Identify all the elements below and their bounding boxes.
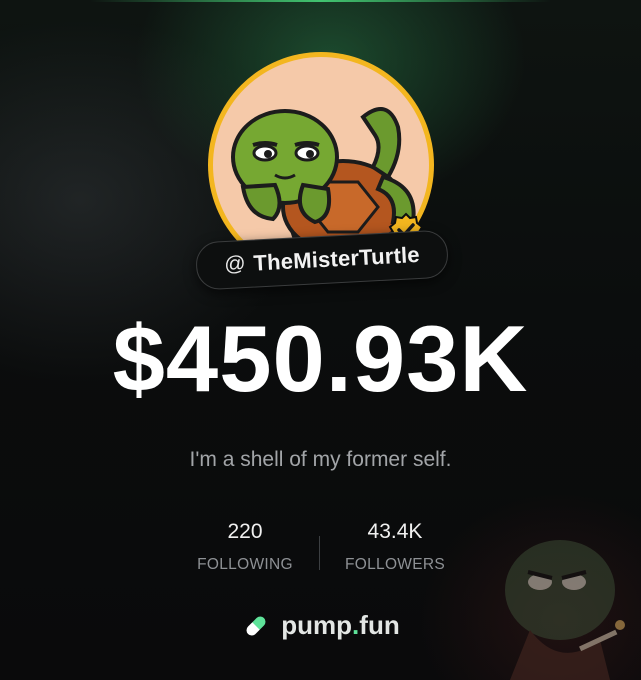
top-glow-line xyxy=(90,0,551,2)
username: TheMisterTurtle xyxy=(252,241,421,276)
brand-name: pump.fun xyxy=(281,610,399,641)
profile-bio: I'm a shell of my former self. xyxy=(189,448,452,471)
handle-prefix: @ xyxy=(223,252,247,277)
brand-name-part2: fun xyxy=(359,610,400,640)
market-cap-value: $450.93K xyxy=(112,306,529,411)
following-stat[interactable]: 220 FOLLOWING xyxy=(175,520,315,574)
following-label: FOLLOWING xyxy=(197,556,293,573)
followers-count: 43.4K xyxy=(367,520,423,543)
following-count: 220 xyxy=(227,520,263,543)
pill-icon xyxy=(245,614,268,637)
brand-name-part1: pump xyxy=(281,610,353,640)
stats-divider xyxy=(319,536,320,570)
followers-stat[interactable]: 43.4K FOLLOWERS xyxy=(325,520,465,574)
followers-label: FOLLOWERS xyxy=(344,556,446,573)
background-turtle-art xyxy=(505,540,625,680)
